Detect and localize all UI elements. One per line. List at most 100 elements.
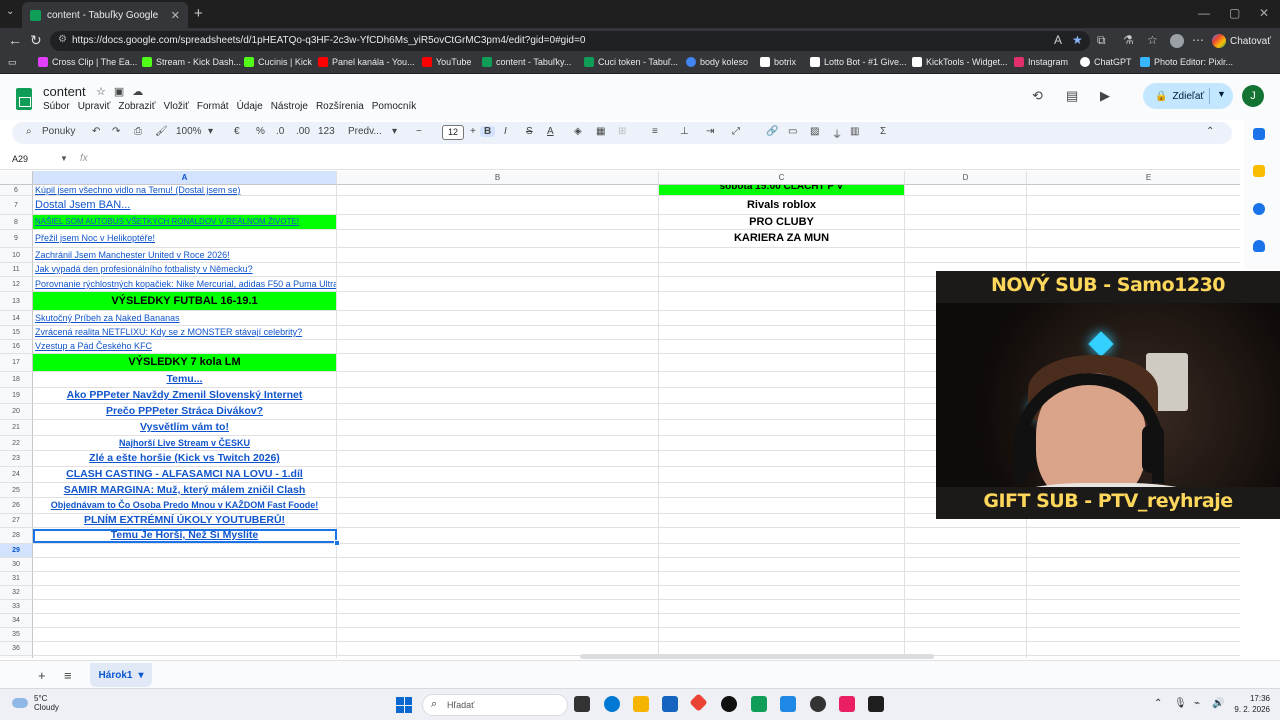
text-color-button[interactable]: A — [547, 126, 554, 137]
row-header[interactable]: 17 — [0, 354, 33, 372]
microphone-icon[interactable]: 🎙 — [1174, 698, 1187, 709]
app-icon[interactable] — [780, 696, 796, 712]
filter-views-icon[interactable]: ▥ — [850, 126, 859, 137]
reload-icon[interactable]: ↻ — [30, 32, 42, 49]
cell-a[interactable]: Prečo PPPeter Stráca Divákov? — [33, 404, 336, 419]
cell-a[interactable]: PLNÍM EXTRÉMNÍ ÚKOLY YOUTUBERŮ! — [33, 514, 336, 527]
app-icon[interactable] — [689, 693, 708, 712]
percent-format[interactable]: % — [256, 126, 265, 137]
chat-button[interactable]: Chatovať — [1212, 31, 1274, 51]
bookmark-item[interactable]: botrix — [760, 57, 796, 67]
name-box[interactable]: A29 — [12, 154, 28, 164]
tab-close-icon[interactable]: ✕ — [171, 9, 180, 22]
star-icon[interactable]: ☆ — [96, 86, 114, 98]
redo-icon[interactable]: ↷ — [112, 126, 120, 137]
row-header[interactable]: 7 — [0, 196, 33, 215]
column-header-e[interactable]: E — [1027, 171, 1240, 185]
site-info-icon[interactable]: ⚙ — [58, 34, 67, 45]
selected-cell-border[interactable] — [33, 529, 337, 543]
row-header[interactable]: 23 — [0, 451, 33, 467]
bookmark-item[interactable]: KickTools - Widget... — [912, 57, 1008, 67]
tiktok-studio-icon[interactable] — [839, 696, 855, 712]
cell-a[interactable]: Porovnanie rýchlostných kopačiek: Nike M… — [33, 277, 336, 291]
zoom-select[interactable]: 100% — [176, 126, 202, 137]
cell-a[interactable]: Zachránil Jsem Manchester United v Roce … — [33, 248, 336, 262]
chevron-down-icon[interactable]: ▾ — [208, 126, 213, 137]
volume-icon[interactable]: 🔊 — [1212, 698, 1224, 709]
add-sheet-icon[interactable]: + — [38, 668, 46, 683]
row-header[interactable]: 12 — [0, 277, 33, 292]
browser-tab[interactable]: content - Tabuľky Google ✕ — [22, 2, 188, 28]
strikethrough-button[interactable]: S — [526, 126, 533, 137]
row-header[interactable]: 11 — [0, 263, 33, 277]
sheet-tab[interactable]: Hárok1 ▾ — [90, 663, 152, 687]
contacts-icon[interactable] — [1253, 240, 1265, 252]
borders-icon[interactable]: ▦ — [596, 126, 605, 137]
back-icon[interactable]: ← — [8, 32, 22, 48]
menus-search[interactable]: Ponuky — [42, 126, 75, 137]
cell-a[interactable]: Temu... — [33, 372, 336, 387]
row-header[interactable]: 25 — [0, 483, 33, 498]
lab-icon[interactable]: ⚗ — [1123, 33, 1134, 47]
extensions-icon[interactable]: ⧉ — [1097, 33, 1106, 48]
sheets-logo-icon[interactable] — [16, 88, 32, 110]
cell-a[interactable]: NAŠIEL SOM AUTOBUS VŠETKÝCH RONALDOV V R… — [33, 215, 336, 229]
bookmark-item[interactable]: Cucinis | Kick — [244, 57, 312, 67]
fill-color-icon[interactable]: ◈ — [574, 126, 582, 137]
increase-decimal[interactable]: .00 — [296, 126, 310, 137]
row-header[interactable]: 20 — [0, 404, 33, 420]
new-tab-icon[interactable]: + — [194, 5, 203, 22]
edge-icon[interactable] — [604, 696, 620, 712]
search-icon[interactable]: ⌕ — [26, 126, 32, 137]
decrease-decimal[interactable]: .0 — [276, 126, 284, 137]
profile-icon[interactable] — [1170, 34, 1184, 48]
cell-a[interactable]: Ako PPPeter Navždy Zmenil Slovenský Inte… — [33, 388, 336, 403]
cell-a[interactable]: VÝSLEDKY 7 kola LM — [33, 354, 336, 371]
bookmark-star-icon[interactable]: ★ — [1072, 33, 1083, 47]
bookmark-item[interactable]: Instagram — [1014, 57, 1068, 67]
cell-a[interactable]: Skutočný Príbeh za Naked Bananas — [33, 311, 336, 325]
cell-a[interactable]: VÝSLEDKY FUTBAL 16-19.1 — [33, 292, 336, 310]
cell-a[interactable]: Objednávam to Čo Osoba Predo Mnou v KAŽD… — [33, 498, 336, 513]
merge-cells-icon[interactable]: ⊞ — [618, 126, 626, 137]
chevron-down-icon[interactable]: ▾ — [392, 126, 397, 137]
italic-button[interactable]: I — [504, 126, 507, 137]
undo-icon[interactable]: ↶ — [92, 126, 100, 137]
minimize-icon[interactable]: — — [1198, 6, 1210, 20]
cell-a[interactable]: Zlé a ešte horšie (Kick vs Twitch 2026) — [33, 451, 336, 466]
cell-c[interactable]: sobota 15:00 CLACHT P V — [659, 185, 904, 195]
tasks-icon[interactable] — [1253, 203, 1265, 215]
menu-edit[interactable]: Upraviť — [78, 101, 111, 112]
cell-a[interactable]: Dostal Jsem BAN... — [33, 196, 336, 214]
task-view-icon[interactable] — [574, 696, 590, 712]
history-icon[interactable]: ⟲ — [1032, 88, 1043, 104]
close-window-icon[interactable]: ✕ — [1259, 6, 1269, 20]
row-header[interactable]: 28 — [0, 528, 33, 544]
cell-c[interactable]: PRO CLUBY — [659, 215, 904, 229]
store-icon[interactable] — [662, 696, 678, 712]
column-header-c[interactable]: C — [659, 171, 905, 185]
calendar-icon[interactable] — [1253, 128, 1265, 140]
row-header[interactable]: 18 — [0, 372, 33, 388]
row-header[interactable]: 22 — [0, 436, 33, 451]
row-header[interactable]: 30 — [0, 558, 33, 572]
menu-data[interactable]: Údaje — [237, 101, 263, 112]
row-header[interactable]: 10 — [0, 248, 33, 263]
favorites-icon[interactable]: ☆ — [1147, 33, 1158, 47]
share-button[interactable]: 🔒 Zdieľať ▼ — [1143, 83, 1233, 109]
share-dropdown-icon[interactable]: ▼ — [1217, 89, 1226, 99]
row-header[interactable]: 37 — [0, 656, 33, 658]
bookmark-item[interactable]: YouTube — [422, 57, 471, 67]
cell-a[interactable]: Vysvětlím vám to! — [33, 420, 336, 435]
fill-handle[interactable] — [334, 540, 340, 546]
functions-icon[interactable]: Σ — [880, 126, 886, 137]
font-size-input[interactable]: 12 — [442, 125, 464, 140]
row-header[interactable]: 15 — [0, 326, 33, 340]
row-header[interactable]: 33 — [0, 600, 33, 614]
translate-icon[interactable]: A — [1054, 33, 1062, 47]
bookmarks-panel-icon[interactable]: ▭ — [8, 57, 17, 68]
chrome-app-icon[interactable] — [868, 696, 884, 712]
font-size-increase-icon[interactable]: + — [470, 126, 476, 137]
insert-chart-icon[interactable]: ▨ — [810, 126, 819, 137]
row-header[interactable]: 29 — [0, 544, 33, 558]
